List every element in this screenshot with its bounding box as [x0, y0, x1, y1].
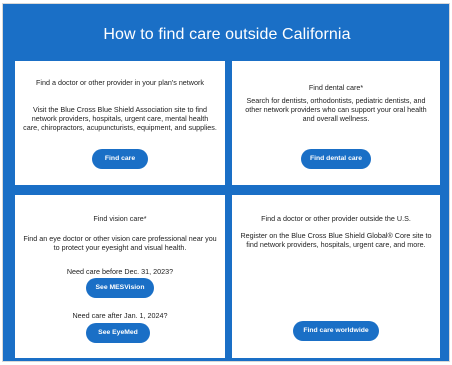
- find-care-worldwide-button[interactable]: Find care worldwide: [293, 321, 379, 341]
- find-dental-care-button[interactable]: Find dental care: [301, 149, 371, 169]
- card-find-dental: Find dental care* Search for dentists, o…: [232, 61, 440, 185]
- card-find-vision: Find vision care* Find an eye doctor or …: [15, 195, 225, 358]
- card-find-outside-us: Find a doctor or other provider outside …: [232, 195, 440, 358]
- card-description: Register on the Blue Cross Blue Shield G…: [240, 231, 432, 249]
- card-heading: Find vision care*: [93, 214, 147, 223]
- find-care-button[interactable]: Find care: [92, 149, 148, 169]
- vision-note-before: Need care before Dec. 31, 2023?: [66, 267, 174, 276]
- vision-note-after: Need care after Jan. 1, 2024?: [72, 311, 168, 320]
- card-description: Find an eye doctor or other vision care …: [23, 234, 217, 252]
- card-find-doctor-network: Find a doctor or other provider in your …: [15, 61, 225, 185]
- card-description: Search for dentists, orthodontists, pedi…: [245, 96, 427, 123]
- page-title: How to find care outside California: [103, 26, 351, 43]
- card-heading: Find a doctor or other provider in your …: [36, 78, 204, 87]
- card-heading: Find dental care*: [308, 83, 364, 92]
- see-mesvision-button[interactable]: See MESVision: [86, 278, 154, 298]
- card-heading: Find a doctor or other provider outside …: [261, 214, 411, 223]
- find-care-panel: How to find care outside California Find…: [2, 3, 450, 362]
- see-eyemed-button[interactable]: See EyeMed: [86, 323, 150, 343]
- card-description: Visit the Blue Cross Blue Shield Associa…: [23, 105, 217, 132]
